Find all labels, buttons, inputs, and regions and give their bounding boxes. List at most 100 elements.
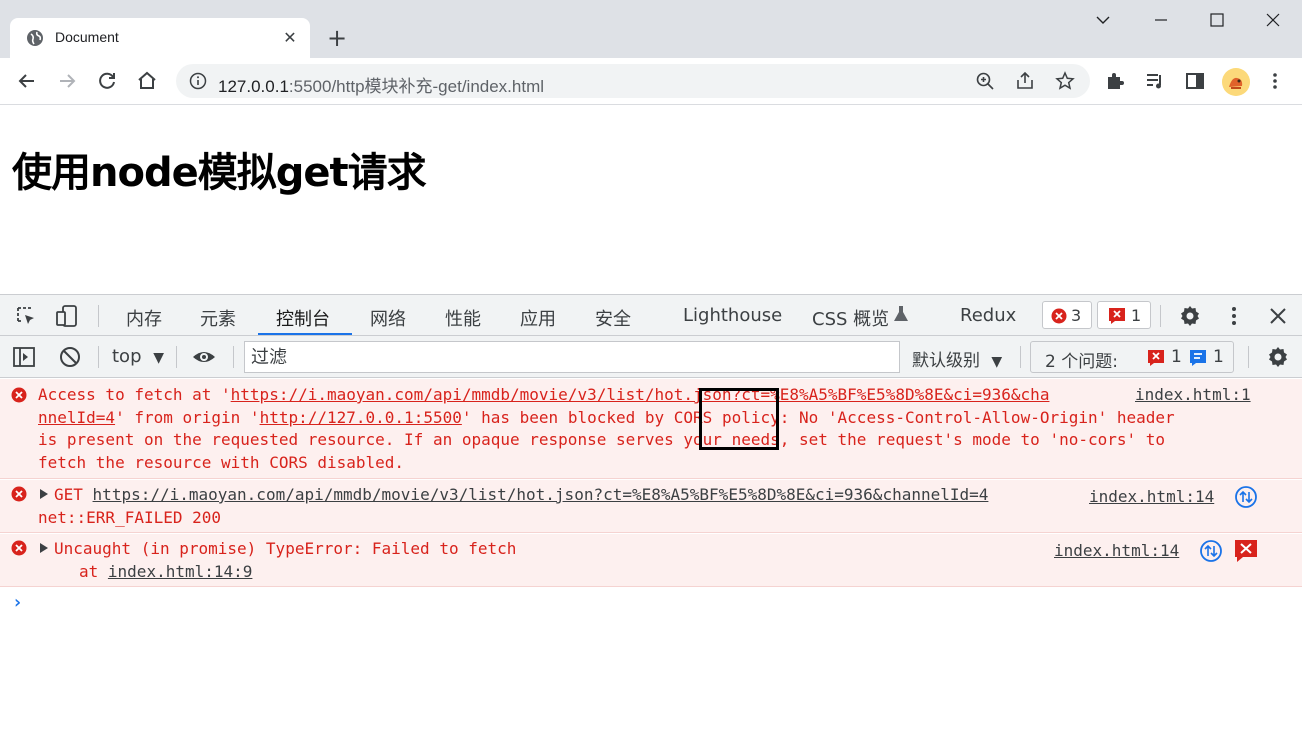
side-panel-icon[interactable]: [1184, 70, 1206, 92]
bookmark-star-icon[interactable]: [1054, 70, 1076, 92]
devtools-more-icon[interactable]: [1222, 304, 1246, 328]
share-icon[interactable]: [1014, 70, 1036, 92]
url-text: 127.0.0.1:5500/http模块补充-get/index.html: [218, 72, 544, 97]
network-request-icon[interactable]: [1199, 539, 1223, 563]
sidebar-toggle-icon[interactable]: [12, 345, 36, 369]
issues-error-count: 1: [1171, 347, 1182, 367]
tab-search-chevron-icon[interactable]: [1088, 6, 1118, 34]
issue-error-icon: [1109, 308, 1125, 324]
browser-titlebar: Document ✕ +: [0, 0, 1302, 58]
network-request-icon[interactable]: [1234, 485, 1258, 509]
source-link[interactable]: index.html:14: [1089, 487, 1214, 506]
source-link[interactable]: index.html:1: [1135, 385, 1251, 404]
tab-elements[interactable]: 元素: [200, 305, 236, 331]
cors-line4: fetch the resource with CORS disabled.: [38, 452, 405, 472]
issues-label: 2 个问题:: [1045, 352, 1118, 372]
cors-origin-link[interactable]: http://127.0.0.1:5500: [260, 408, 462, 427]
forward-icon[interactable]: [54, 68, 80, 94]
annotation-highlight-box: [699, 388, 779, 450]
minimize-icon[interactable]: [1146, 6, 1176, 34]
media-playlist-icon[interactable]: [1144, 70, 1166, 92]
tab-memory[interactable]: 内存: [126, 305, 162, 331]
tab-title: Document: [55, 29, 119, 45]
toolbar-divider: [1248, 346, 1249, 368]
console-message-cors-error: Access to fetch at 'https://i.maoyan.com…: [0, 379, 1302, 479]
console-prompt-icon[interactable]: ›: [12, 592, 23, 613]
stack-location-link[interactable]: index.html:14:9: [108, 562, 253, 581]
back-icon[interactable]: [14, 68, 40, 94]
error-circle-icon: [11, 486, 27, 502]
tab-css-overview[interactable]: CSS 概览: [812, 305, 889, 331]
error-circle-icon: [1051, 308, 1067, 324]
profile-avatar[interactable]: [1222, 68, 1250, 96]
console-message-get-failed: GET https://i.maoyan.com/api/mmdb/movie/…: [0, 480, 1302, 533]
get-failed-status: net::ERR_FAILED 200: [38, 508, 222, 527]
toolbar-divider: [98, 305, 99, 327]
toolbar-divider: [176, 346, 177, 368]
tab-redux[interactable]: Redux: [960, 305, 1016, 326]
tab-network[interactable]: 网络: [370, 305, 406, 331]
toolbar-divider: [1160, 305, 1161, 327]
tab-close-icon[interactable]: ✕: [280, 28, 300, 48]
tab-security[interactable]: 安全: [595, 305, 631, 331]
avatar-image: [1222, 68, 1250, 96]
caret-down-icon: ▼: [153, 350, 165, 366]
browser-tab[interactable]: Document ✕: [10, 18, 310, 58]
error-count-badge[interactable]: 3: [1042, 301, 1092, 329]
extensions-puzzle-icon[interactable]: [1104, 70, 1126, 92]
get-method: GET: [54, 485, 83, 504]
issues-info-count: 1: [1213, 347, 1224, 367]
context-select-value: top: [112, 346, 142, 367]
cors-request-url-link[interactable]: https://i.maoyan.com/api/mmdb/movie/v3/l…: [231, 385, 1050, 404]
maximize-icon[interactable]: [1202, 6, 1232, 34]
cors-line3: is present on the requested resource. If…: [38, 430, 1166, 449]
expand-triangle-icon[interactable]: [40, 489, 48, 499]
live-expression-eye-icon[interactable]: [192, 345, 216, 369]
console-filter-input[interactable]: [244, 341, 900, 373]
address-bar[interactable]: 127.0.0.1:5500/http模块补充-get/index.html: [176, 64, 1090, 98]
zoom-icon[interactable]: [974, 70, 996, 92]
cors-request-url-link-cont[interactable]: nnelId=4: [38, 408, 115, 427]
tab-lighthouse[interactable]: Lighthouse: [683, 305, 782, 326]
clear-console-icon[interactable]: [58, 345, 82, 369]
source-link[interactable]: index.html:14: [1054, 541, 1179, 560]
issue-error-icon[interactable]: [1234, 539, 1258, 563]
url-path: :5500/http模块补充-get/index.html: [288, 77, 545, 96]
issue-info-icon: [1190, 350, 1206, 366]
site-info-icon[interactable]: [189, 72, 207, 90]
url-host: 127.0.0.1: [218, 77, 289, 96]
context-select[interactable]: top ▼: [112, 346, 164, 367]
issue-count: 1: [1131, 306, 1142, 325]
new-tab-button[interactable]: +: [325, 26, 349, 50]
browser-menu-icon[interactable]: [1264, 70, 1286, 92]
cors-line2-mid: ' from origin ': [115, 407, 260, 427]
get-failed-text[interactable]: GET https://i.maoyan.com/api/mmdb/movie/…: [40, 484, 988, 507]
device-toolbar-icon[interactable]: [55, 304, 79, 328]
cors-line1-prefix: Access to fetch at ': [38, 385, 231, 404]
log-levels-dropdown[interactable]: 默认级别 ▼: [912, 346, 1002, 371]
error-count: 3: [1071, 306, 1082, 325]
console-settings-gear-icon[interactable]: [1266, 345, 1290, 369]
uncaught-error-text[interactable]: Uncaught (in promise) TypeError: Failed …: [40, 538, 516, 561]
home-icon[interactable]: [134, 68, 160, 94]
toolbar-divider: [98, 346, 99, 368]
settings-gear-icon[interactable]: [1178, 304, 1202, 328]
get-request-url-link[interactable]: https://i.maoyan.com/api/mmdb/movie/v3/l…: [93, 485, 989, 504]
issues-button[interactable]: 2 个问题: 1 1: [1030, 341, 1234, 373]
tab-application[interactable]: 应用: [520, 305, 556, 331]
reload-icon[interactable]: [94, 68, 120, 94]
issue-count-badge[interactable]: 1: [1097, 301, 1151, 329]
expand-triangle-icon[interactable]: [40, 543, 48, 553]
tab-console[interactable]: 控制台: [276, 305, 330, 331]
experiment-flask-icon: [894, 306, 908, 321]
close-window-icon[interactable]: [1258, 6, 1288, 34]
console-filter-bar: top ▼ 默认级别 ▼ 2 个问题: 1 1: [0, 336, 1302, 378]
browser-toolbar: 127.0.0.1:5500/http模块补充-get/index.html: [0, 58, 1302, 105]
toolbar-divider: [233, 346, 234, 368]
console-message-uncaught-error: Uncaught (in promise) TypeError: Failed …: [0, 534, 1302, 587]
log-levels-label: 默认级别: [912, 351, 980, 371]
tab-performance[interactable]: 性能: [445, 305, 481, 331]
devtools-close-icon[interactable]: [1266, 304, 1290, 328]
inspect-element-icon[interactable]: [14, 304, 38, 328]
caret-down-icon: ▼: [991, 354, 1003, 370]
